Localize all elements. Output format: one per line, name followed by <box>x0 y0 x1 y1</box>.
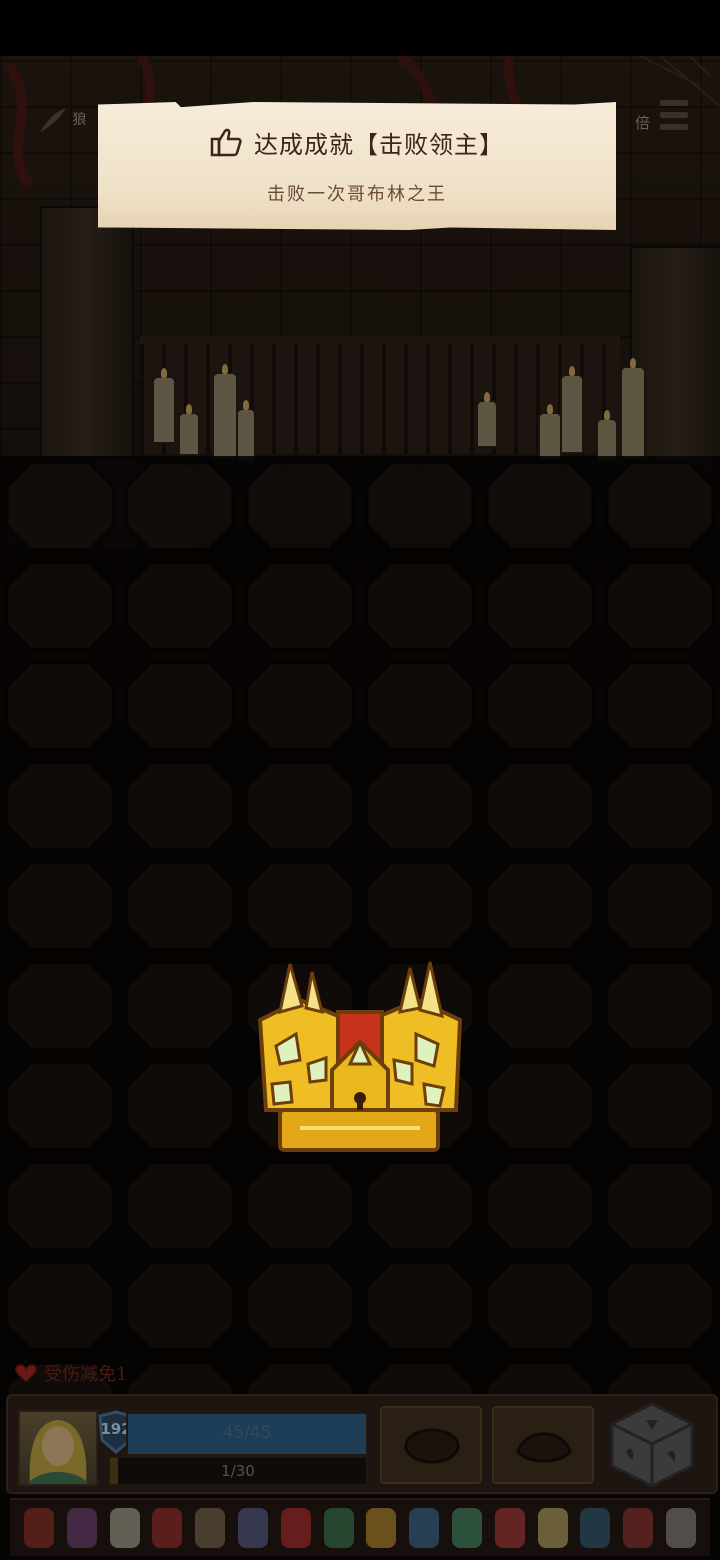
game-scene: 狼 倍 受伤减免1 192 45/45 1/30 <box>0 56 720 1560</box>
skill-slot-2[interactable] <box>492 1406 594 1484</box>
damage-reduction-label: 受伤减免1 <box>44 1364 128 1385</box>
achievement-title-row: 达成成就【击败领主】 <box>98 124 616 160</box>
top-left-hud[interactable]: 狼 <box>36 104 106 144</box>
inventory-item[interactable] <box>580 1508 611 1548</box>
heart-icon <box>15 1364 37 1384</box>
thumbs-up-icon <box>210 128 242 157</box>
achievement-description: 击败一次哥布林之王 <box>267 184 447 205</box>
player-status-panel: 192 45/45 1/30 <box>6 1394 718 1494</box>
top-right-label: 倍 <box>634 114 650 132</box>
inventory-item[interactable] <box>451 1508 482 1548</box>
inventory-item[interactable] <box>109 1508 140 1548</box>
inventory-item[interactable] <box>537 1508 568 1548</box>
inventory-bar <box>10 1498 710 1556</box>
inventory-item[interactable] <box>152 1508 183 1548</box>
inventory-item[interactable] <box>195 1508 226 1548</box>
status-bar <box>0 0 720 56</box>
hp-bar: 45/45 <box>126 1412 368 1456</box>
inventory-item[interactable] <box>280 1508 311 1548</box>
inventory-item[interactable] <box>623 1508 654 1548</box>
skill-1-icon <box>404 1428 460 1464</box>
skill-slot-1[interactable] <box>380 1406 482 1484</box>
achievement-banner[interactable]: 达成成就【击败领主】 击败一次哥布林之王 <box>98 102 616 230</box>
xp-text: 1/30 <box>221 1462 255 1480</box>
hero-avatar <box>28 1420 88 1484</box>
dice-icon[interactable] <box>606 1400 698 1490</box>
damage-reduction-status: 受伤减免1 <box>14 1360 127 1386</box>
inventory-item[interactable] <box>323 1508 354 1548</box>
inventory-item[interactable] <box>366 1508 397 1548</box>
menu-icon[interactable] <box>654 92 694 138</box>
hero-portrait[interactable] <box>18 1410 98 1486</box>
inventory-item[interactable] <box>409 1508 440 1548</box>
dim-overlay <box>0 56 720 1560</box>
skill-2-icon <box>516 1432 572 1463</box>
inventory-item[interactable] <box>494 1508 525 1548</box>
inventory-item[interactable] <box>237 1508 268 1548</box>
hp-text: 45/45 <box>222 1423 272 1443</box>
inventory-item[interactable] <box>665 1508 696 1548</box>
achievement-title: 达成成就【击败领主】 <box>254 130 504 159</box>
inventory-item[interactable] <box>24 1508 54 1548</box>
top-left-label: 狼 <box>72 112 87 128</box>
feather-icon <box>40 108 66 132</box>
inventory-item[interactable] <box>66 1508 97 1548</box>
golden-treasure-chest-icon[interactable] <box>250 960 472 1160</box>
xp-bar: 1/30 <box>108 1456 368 1486</box>
